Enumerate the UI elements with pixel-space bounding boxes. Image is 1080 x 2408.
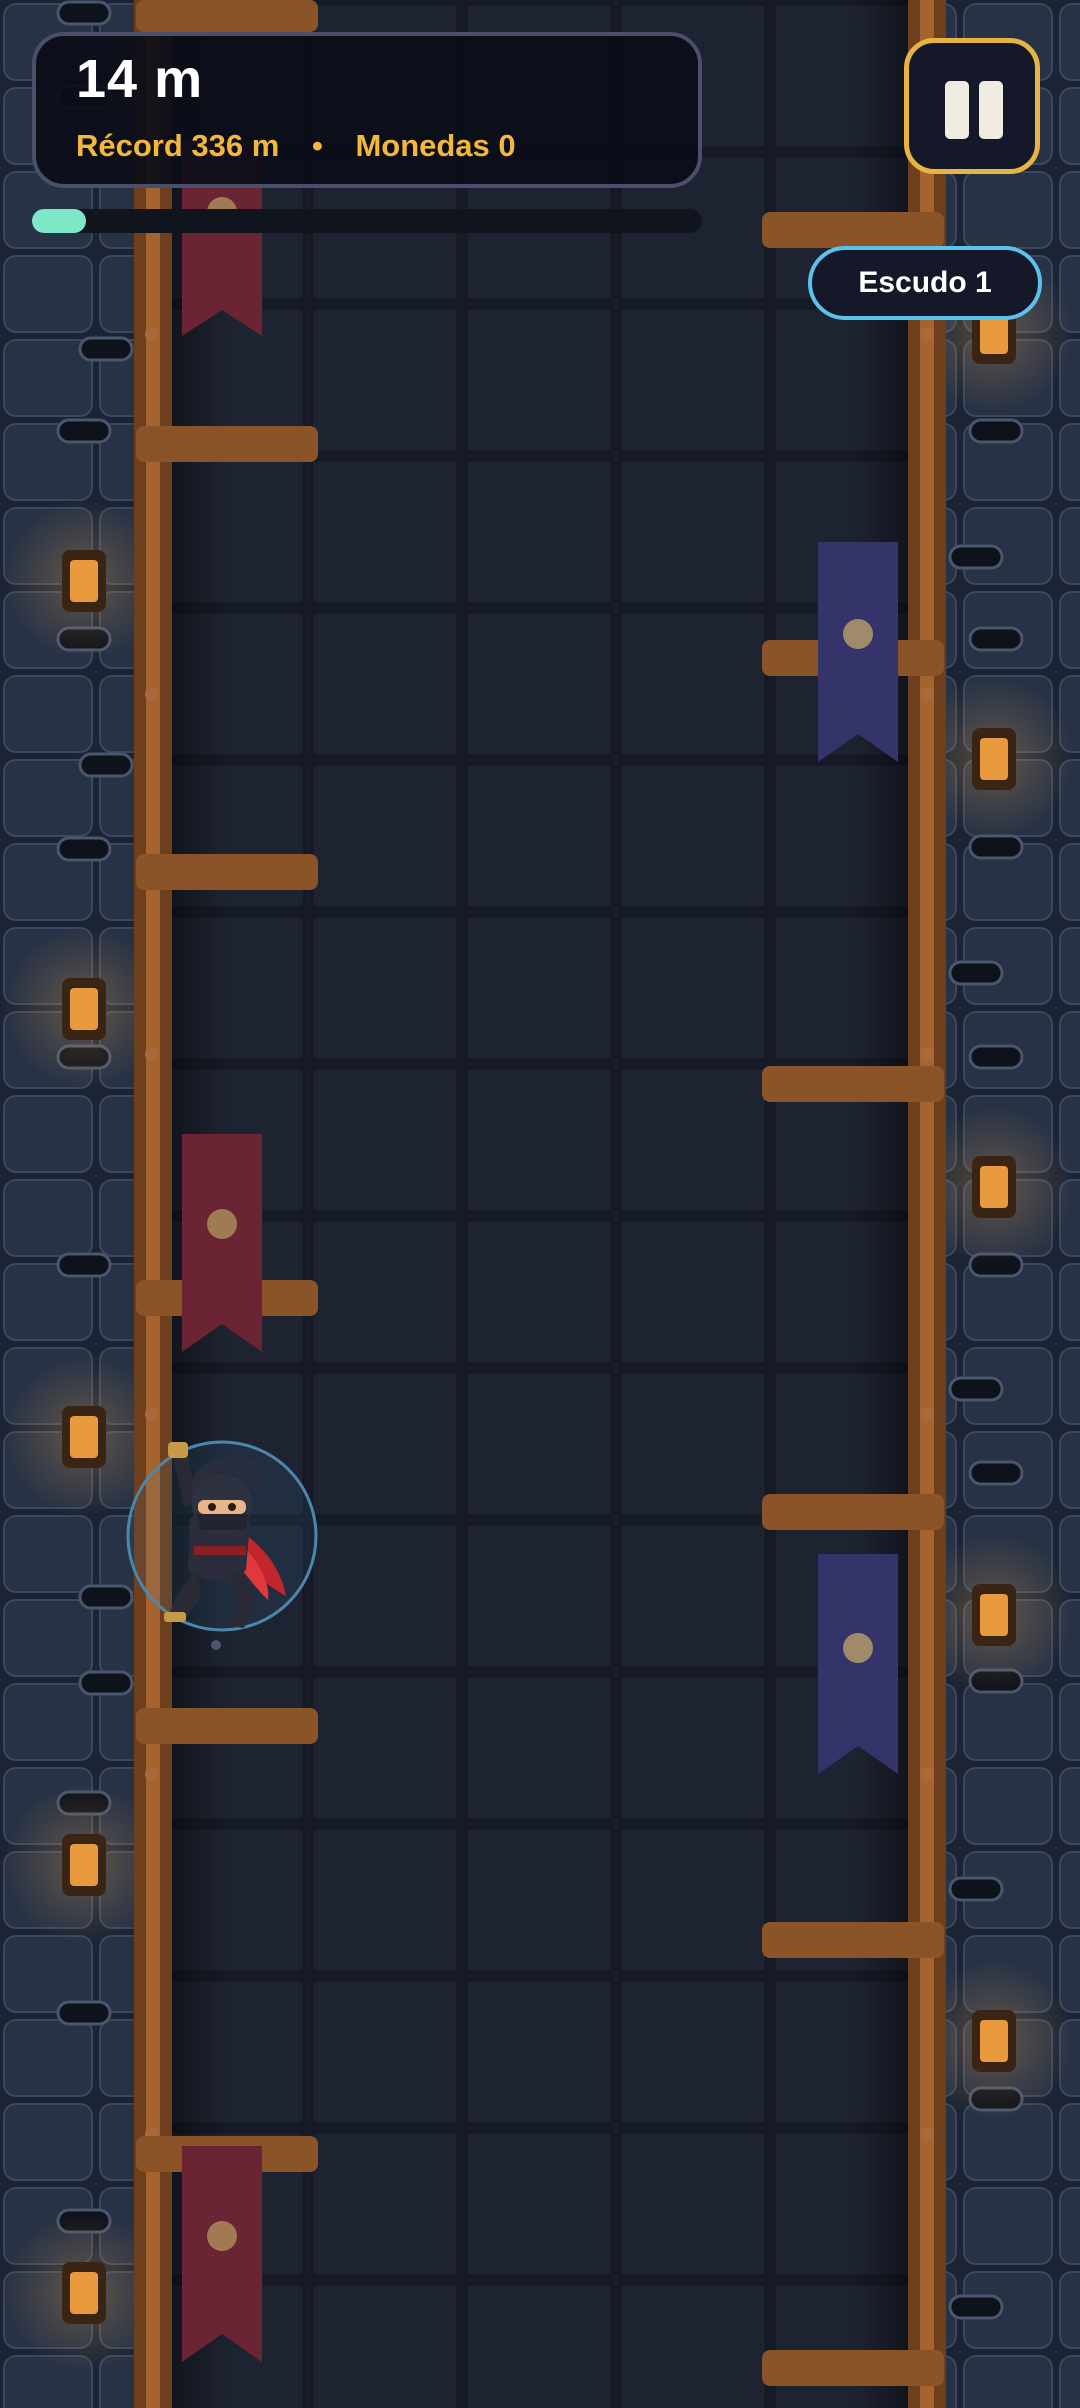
banner-red xyxy=(182,2146,262,2362)
ledge xyxy=(136,426,318,462)
hud-stats: Récord 336 m • Monedas 0 xyxy=(76,128,516,164)
banner-blue xyxy=(818,1554,898,1774)
lamp-icon xyxy=(62,550,106,612)
lamp-icon xyxy=(972,728,1016,790)
ledge xyxy=(136,854,318,890)
coins-display: Monedas 0 xyxy=(355,128,516,163)
ledge xyxy=(762,212,944,248)
progress-fill xyxy=(32,209,86,233)
shield-button[interactable]: Escudo 1 xyxy=(808,246,1042,320)
ledge xyxy=(762,1922,944,1958)
lamp-icon xyxy=(62,978,106,1040)
right-pole xyxy=(908,0,946,2408)
hud-panel: 14 m Récord 336 m • Monedas 0 xyxy=(32,32,702,188)
ledge xyxy=(136,0,318,32)
ledge xyxy=(762,1494,944,1530)
lamp-icon xyxy=(972,1584,1016,1646)
separator-dot: • xyxy=(311,128,323,163)
lamp-icon xyxy=(62,2262,106,2324)
lamp-icon xyxy=(972,2010,1016,2072)
inner-wall xyxy=(168,0,912,2408)
ledge xyxy=(762,1066,944,1102)
lamp-icon xyxy=(62,1834,106,1896)
height-display: 14 m xyxy=(76,49,204,109)
pause-button[interactable] xyxy=(904,38,1040,174)
banner-red xyxy=(182,1134,262,1352)
banner-blue xyxy=(818,542,898,762)
progress-bar xyxy=(32,209,702,233)
lamp-icon xyxy=(62,1406,106,1468)
game-scene xyxy=(0,0,1080,2408)
ledge xyxy=(136,1708,318,1744)
record-display: Récord 336 m xyxy=(76,128,280,163)
lamp-icon xyxy=(972,1156,1016,1218)
ledge xyxy=(762,2350,944,2386)
left-pole xyxy=(134,0,172,2408)
